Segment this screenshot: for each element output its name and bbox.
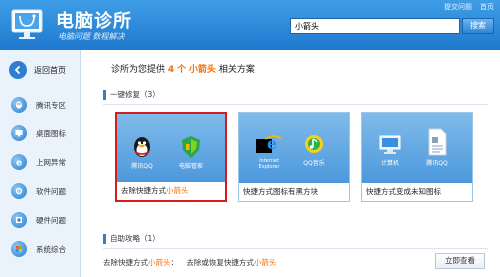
caption-highlight: 小箭头 bbox=[166, 186, 189, 195]
hardware-icon bbox=[11, 212, 27, 228]
result-unit: 个 bbox=[177, 65, 187, 75]
divider bbox=[103, 248, 488, 249]
sidebar-item-desktop[interactable]: 桌面图标 bbox=[0, 122, 80, 144]
icon-label: 电脑管家 bbox=[179, 163, 204, 170]
result-count: 4 bbox=[167, 65, 175, 75]
main-panel: 诊所为您提供 4 个 小箭头 相关方案 一键修复（3） 腾讯QQ 电脑管家 去除… bbox=[81, 50, 500, 277]
computer-icon bbox=[379, 135, 401, 154]
app-slogan: 电脑问题 数程解决 bbox=[58, 32, 125, 41]
guide-desc-highlight: 小箭头 bbox=[253, 258, 277, 267]
section-self-help: 自助攻略（1） bbox=[103, 234, 160, 244]
sidebar-item-software[interactable]: 软件问题 bbox=[0, 180, 80, 202]
sidebar-item-internet[interactable]: e 上网异常 bbox=[0, 151, 80, 173]
pc-manager-icon bbox=[182, 136, 200, 158]
card-caption: 去除快捷方式小箭头 bbox=[117, 182, 225, 200]
submit-question-link[interactable]: 提交问题 bbox=[444, 2, 472, 12]
qq-penguin-icon bbox=[134, 137, 150, 157]
sidebar-item-label: 硬件问题 bbox=[36, 215, 66, 225]
sidebar-item-label: 系统综合 bbox=[36, 244, 66, 254]
windows-icon bbox=[11, 241, 27, 257]
qq-music-shortcut: QQ音乐 bbox=[303, 131, 325, 167]
guide-title-highlight: 小箭头 bbox=[148, 258, 171, 267]
guide-desc-text: 去除或恢复快捷方式 bbox=[186, 258, 254, 267]
tencent-icon bbox=[11, 97, 27, 113]
top-links: 提交问题 首页 bbox=[444, 2, 494, 12]
icon-label: 腾讯QQ bbox=[131, 163, 153, 170]
section-one-click-fix: 一键修复（3） bbox=[103, 90, 160, 100]
solution-card-unknown-icon[interactable]: 计算机 腾讯QQ 快捷方式变成未知图标 bbox=[361, 112, 473, 202]
solution-card-remove-arrow[interactable]: 腾讯QQ 电脑管家 去除快捷方式小箭头 bbox=[115, 112, 227, 202]
result-suffix: 相关方案 bbox=[218, 65, 255, 75]
software-icon bbox=[11, 183, 27, 199]
result-keyword: 小箭头 bbox=[188, 65, 216, 75]
sidebar-item-label: 桌面图标 bbox=[36, 128, 66, 138]
search-input[interactable]: 小箭头 bbox=[290, 18, 460, 34]
guide-title-text: 去除快捷方式 bbox=[103, 258, 148, 267]
view-now-button[interactable]: 立即查看 bbox=[435, 253, 485, 269]
unknown-file-icon bbox=[428, 128, 447, 156]
icon-label: QQ音乐 bbox=[303, 160, 325, 167]
ie-shortcut: e Internet Explorer bbox=[249, 131, 289, 170]
home-link[interactable]: 首页 bbox=[480, 2, 494, 12]
app-header: 电脑诊所 电脑问题 数程解决 提交问题 首页 小箭头 搜索 bbox=[0, 0, 500, 50]
qq-music-icon bbox=[305, 135, 323, 153]
pc-manager-shortcut: 电脑管家 bbox=[179, 134, 203, 170]
icon-label: Internet Explorer bbox=[258, 158, 280, 170]
guide-title-colon: ： bbox=[170, 258, 179, 267]
sidebar-item-label: 腾讯专区 bbox=[36, 100, 66, 110]
solution-card-black-block[interactable]: e Internet Explorer QQ音乐 快捷方式图标有黑方块 bbox=[238, 112, 350, 202]
monitor-stethoscope-icon bbox=[11, 9, 43, 39]
desktop-icon bbox=[11, 125, 27, 141]
sidebar: 返回首页 腾讯专区 桌面图标 e 上网异常 软件问题 硬件问题 系统综合 bbox=[0, 50, 81, 277]
app-title: 电脑诊所 bbox=[56, 11, 132, 32]
divider bbox=[103, 104, 488, 105]
internet-icon: e bbox=[11, 154, 27, 170]
search-button[interactable]: 搜索 bbox=[462, 18, 494, 34]
caption-text: 去除快捷方式 bbox=[121, 186, 166, 195]
guide-row: 去除快捷方式小箭头： 去除或恢复快捷方式小箭头 bbox=[103, 257, 276, 268]
sidebar-item-label: 上网异常 bbox=[36, 157, 66, 167]
sidebar-item-hardware[interactable]: 硬件问题 bbox=[0, 209, 80, 231]
sidebar-item-label: 软件问题 bbox=[36, 186, 66, 196]
svg-text:e: e bbox=[16, 159, 22, 168]
sidebar-item-tencent[interactable]: 腾讯专区 bbox=[0, 94, 80, 116]
back-arrow-icon bbox=[9, 61, 27, 79]
result-summary: 诊所为您提供 4 个 小箭头 相关方案 bbox=[111, 62, 255, 75]
sidebar-item-system[interactable]: 系统综合 bbox=[0, 238, 80, 260]
sidebar-back-home[interactable]: 返回首页 bbox=[0, 58, 80, 82]
icon-label: 腾讯QQ bbox=[426, 160, 448, 167]
computer-shortcut: 计算机 bbox=[378, 133, 402, 167]
card-caption: 快捷方式变成未知图标 bbox=[362, 183, 472, 201]
guide-desc: 去除或恢复快捷方式小箭头 bbox=[186, 258, 276, 267]
qq-unknown-shortcut: 腾讯QQ bbox=[426, 127, 448, 167]
guide-title[interactable]: 去除快捷方式小箭头： bbox=[103, 258, 178, 267]
sidebar-back-label: 返回首页 bbox=[34, 65, 66, 75]
card-caption: 快捷方式图标有黑方块 bbox=[239, 183, 349, 201]
icon-label: 计算机 bbox=[380, 160, 399, 167]
result-prefix: 诊所为您提供 bbox=[111, 65, 166, 75]
qq-shortcut: 腾讯QQ bbox=[131, 134, 153, 170]
ie-broken-icon: e bbox=[256, 134, 282, 153]
